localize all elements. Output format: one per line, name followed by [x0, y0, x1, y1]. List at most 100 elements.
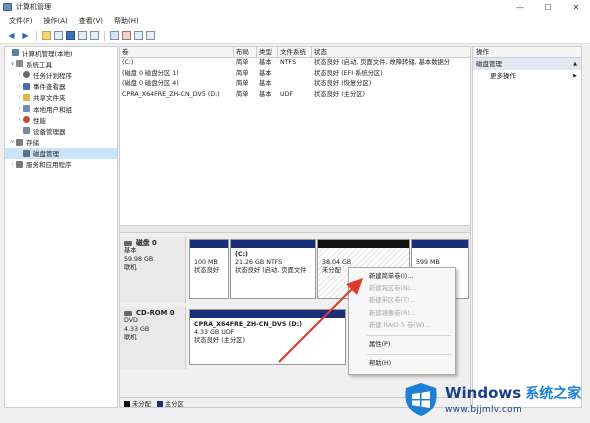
cd-drive-icon	[124, 310, 132, 316]
volume-type: 基本	[259, 80, 272, 87]
minimize-button[interactable]: —	[506, 0, 534, 14]
tree-item-computer-management[interactable]: 计算机管理(本地)	[5, 47, 117, 58]
partition-info: 599 MB	[412, 248, 468, 267]
partition-c[interactable]: (C:) 21.26 GB NTFS 状态良好 (启动, 页面文件	[230, 239, 316, 299]
disk-0-label[interactable]: 磁盘 0 基本 59.98 GB 联机	[120, 237, 186, 303]
window-controls: — ☐ ✕	[506, 0, 590, 14]
volume-type: 基本	[259, 59, 272, 66]
partition-label: (C:)	[235, 251, 248, 258]
disk-icon	[124, 240, 132, 246]
cdrom-0-label[interactable]: CD-ROM 0 DVD 4.33 GB 联机	[120, 307, 186, 369]
partition-size: 100 MB	[194, 259, 218, 266]
watermark-title: Windows 系统之家	[445, 383, 581, 403]
show-hide-tree-icon[interactable]	[54, 31, 63, 40]
expand-caret-icon[interactable]: ›	[16, 117, 23, 123]
column-header-volume[interactable]: 卷	[120, 47, 234, 57]
disk-0-size: 59.98 GB	[124, 255, 154, 263]
column-header-filesystem[interactable]: 文件系统	[278, 47, 312, 57]
cdrom-0-name: CD-ROM 0	[124, 309, 181, 317]
tree-item-label: 任务计划程序	[33, 71, 72, 80]
collapse-triangle-icon[interactable]: ▲	[573, 58, 577, 70]
legend-swatch-primary	[156, 400, 163, 407]
properties-page-icon[interactable]	[134, 31, 143, 40]
menu-view[interactable]: 查看(V)	[79, 16, 103, 26]
expand-caret-icon[interactable]: ∨	[9, 61, 16, 67]
toolbar-separator	[104, 30, 105, 41]
menu-item-properties[interactable]: 属性(P)	[349, 339, 455, 351]
properties-icon[interactable]	[78, 31, 87, 40]
watermark-url: www.bjjmlv.com	[445, 404, 523, 415]
actions-section-disk-management[interactable]: 磁盘管理 ▲	[473, 58, 581, 70]
connect-icon[interactable]	[110, 31, 119, 40]
partition-status: 状态良好 (启动, 页面文件	[235, 267, 307, 274]
volume-type: 基本	[259, 90, 272, 98]
table-row[interactable]: CPRA_X64FRE_ZH-CN_DV5 (D:) 简单 基本 UDF 状态良…	[120, 90, 470, 101]
pane-splitter[interactable]	[120, 225, 470, 233]
tools-icon	[16, 60, 23, 68]
expand-caret-icon[interactable]: ∨	[9, 139, 16, 145]
expand-caret-icon[interactable]: ›	[16, 94, 23, 100]
column-header-layout[interactable]: 布局	[234, 47, 257, 57]
menu-file[interactable]: 文件(F)	[9, 16, 33, 26]
tree-item-device-manager[interactable]: 设备管理器	[5, 125, 117, 136]
partition-status: 状态良好 (主分区)	[194, 337, 245, 344]
tree-item-performance[interactable]: › 性能	[5, 114, 117, 125]
tree-item-shared-folders[interactable]: › 共享文件夹	[5, 92, 117, 103]
back-arrow-icon[interactable]: ◀	[6, 30, 17, 41]
disk-management-icon	[23, 149, 30, 157]
volume-type: 基本	[259, 69, 272, 77]
legend-label: 主分区	[164, 401, 184, 408]
tree-item-disk-management[interactable]: 磁盘管理	[5, 147, 117, 159]
menu-item-new-simple-volume[interactable]: 新建简单卷(I)...	[349, 271, 455, 283]
forward-arrow-icon[interactable]: ▶	[20, 30, 31, 41]
window-title: 计算机管理	[16, 3, 51, 11]
menu-item-help[interactable]: 帮助(H)	[349, 358, 455, 370]
more-actions-item[interactable]: 更多操作 ▶	[473, 70, 581, 82]
expand-caret-icon[interactable]: ›	[16, 83, 23, 89]
windows-logo-icon	[405, 382, 437, 416]
tree-item-label: 计算机管理(本地)	[22, 49, 73, 58]
partition-bar	[231, 240, 315, 248]
menu-action[interactable]: 操作(A)	[44, 16, 68, 26]
tree-item-label: 存储	[26, 139, 39, 148]
volume-layout: 简单	[236, 69, 249, 77]
services-icon	[16, 160, 23, 168]
refresh-icon[interactable]	[146, 31, 155, 40]
export-list-icon[interactable]	[90, 31, 99, 40]
tree-item-label: 磁盘管理	[33, 150, 59, 159]
partition-efi[interactable]: 100 MB 状态良好	[189, 239, 229, 299]
cdrom-0-size: 4.33 GB	[124, 325, 150, 333]
tree-item-label: 性能	[33, 116, 46, 125]
table-row[interactable]: (磁盘 0 磁盘分区 4) 简单 基本 状态良好 (恢复分区)	[120, 79, 470, 90]
legend-label: 未分配	[132, 401, 151, 408]
partition-label	[194, 251, 225, 259]
tree-item-storage[interactable]: ∨ 存储	[5, 137, 117, 148]
tree-item-services-applications[interactable]: › 服务和应用程序	[5, 159, 117, 170]
expand-caret-icon[interactable]: ›	[16, 106, 23, 112]
table-row[interactable]: (C:) 简单 基本 NTFS 状态良好 (启动, 页面文件, 故障转储, 基本…	[120, 58, 470, 69]
delete-icon[interactable]	[122, 31, 131, 40]
table-row[interactable]: (磁盘 0 磁盘分区 1) 简单 基本 状态良好 (EFI 系统分区)	[120, 69, 470, 80]
help-icon[interactable]	[66, 31, 75, 40]
partition-label	[322, 251, 406, 259]
tree-item-label: 服务和应用程序	[26, 161, 72, 170]
tree-item-system-tools[interactable]: ∨ 系统工具	[5, 58, 117, 69]
expand-caret-icon[interactable]: ›	[9, 161, 16, 167]
column-header-status[interactable]: 状态	[312, 47, 470, 57]
expand-caret-icon[interactable]: ›	[16, 72, 23, 78]
tree-item-local-users-groups[interactable]: › 本地用户和组	[5, 103, 117, 114]
actions-header: 操作	[473, 47, 581, 58]
disk-0-status: 联机	[124, 264, 137, 272]
performance-icon	[23, 116, 30, 124]
up-folder-icon[interactable]	[42, 31, 51, 40]
users-icon	[23, 105, 30, 113]
partition-dvd[interactable]: CPRA_X64FRE_ZH-CN_DV5 (D:) 4.33 GB UDF 状…	[189, 309, 346, 365]
tree-item-task-scheduler[interactable]: › 任务计划程序	[5, 69, 117, 80]
menu-help[interactable]: 帮助(H)	[114, 16, 139, 26]
tree-item-event-viewer[interactable]: › 事件查看器	[5, 81, 117, 92]
maximize-button[interactable]: ☐	[534, 0, 562, 14]
volume-filesystem	[278, 69, 312, 80]
column-header-type[interactable]: 类型	[257, 47, 278, 57]
close-button[interactable]: ✕	[562, 0, 590, 14]
menu-separator	[367, 334, 451, 336]
